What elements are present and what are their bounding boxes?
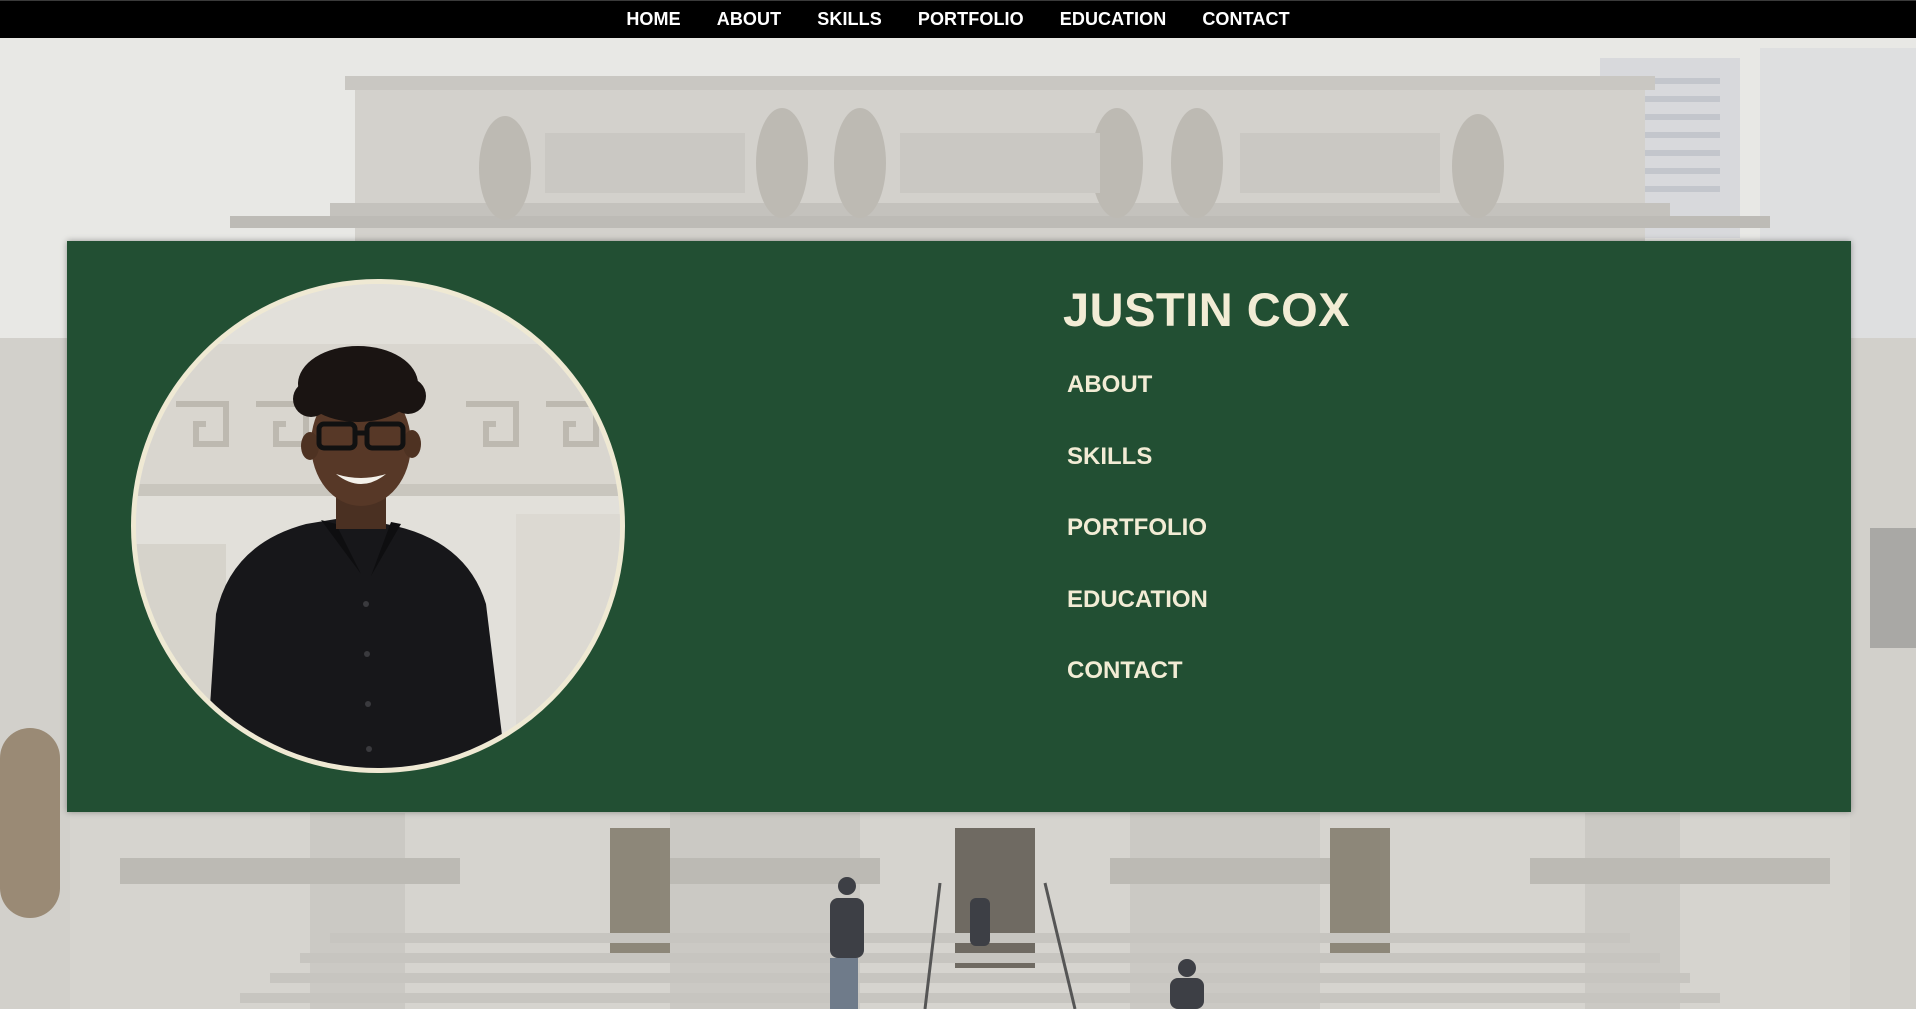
nav-link-skills[interactable]: SKILLS xyxy=(817,9,882,30)
hero-link-about[interactable]: ABOUT xyxy=(1067,371,1152,398)
hero-link-skills[interactable]: SKILLS xyxy=(1067,443,1152,470)
hero-panel: JUSTIN COX ABOUT SKILLS PORTFOLIO EDUCAT… xyxy=(67,241,1851,812)
hero-menu-item: ABOUT xyxy=(1067,370,1208,442)
hero-menu-item: EDUCATION xyxy=(1067,585,1208,657)
hero-link-education[interactable]: EDUCATION xyxy=(1067,586,1208,613)
hero-menu-item: CONTACT xyxy=(1067,656,1208,728)
hero-section-menu: ABOUT SKILLS PORTFOLIO EDUCATION CONTACT xyxy=(1067,370,1208,728)
profile-photo xyxy=(131,279,625,773)
nav-link-about[interactable]: ABOUT xyxy=(717,9,782,30)
nav-link-contact[interactable]: CONTACT xyxy=(1202,9,1289,30)
nav-link-portfolio[interactable]: PORTFOLIO xyxy=(918,9,1024,30)
hero-link-contact[interactable]: CONTACT xyxy=(1067,657,1183,684)
hero-link-portfolio[interactable]: PORTFOLIO xyxy=(1067,514,1207,541)
hero-menu-item: PORTFOLIO xyxy=(1067,513,1208,585)
nav-link-education[interactable]: EDUCATION xyxy=(1060,9,1167,30)
person-name-heading: JUSTIN COX xyxy=(1063,283,1351,336)
hero-menu-item: SKILLS xyxy=(1067,442,1208,514)
nav-link-home[interactable]: HOME xyxy=(626,9,680,30)
top-navigation-bar: HOME ABOUT SKILLS PORTFOLIO EDUCATION CO… xyxy=(0,0,1916,38)
